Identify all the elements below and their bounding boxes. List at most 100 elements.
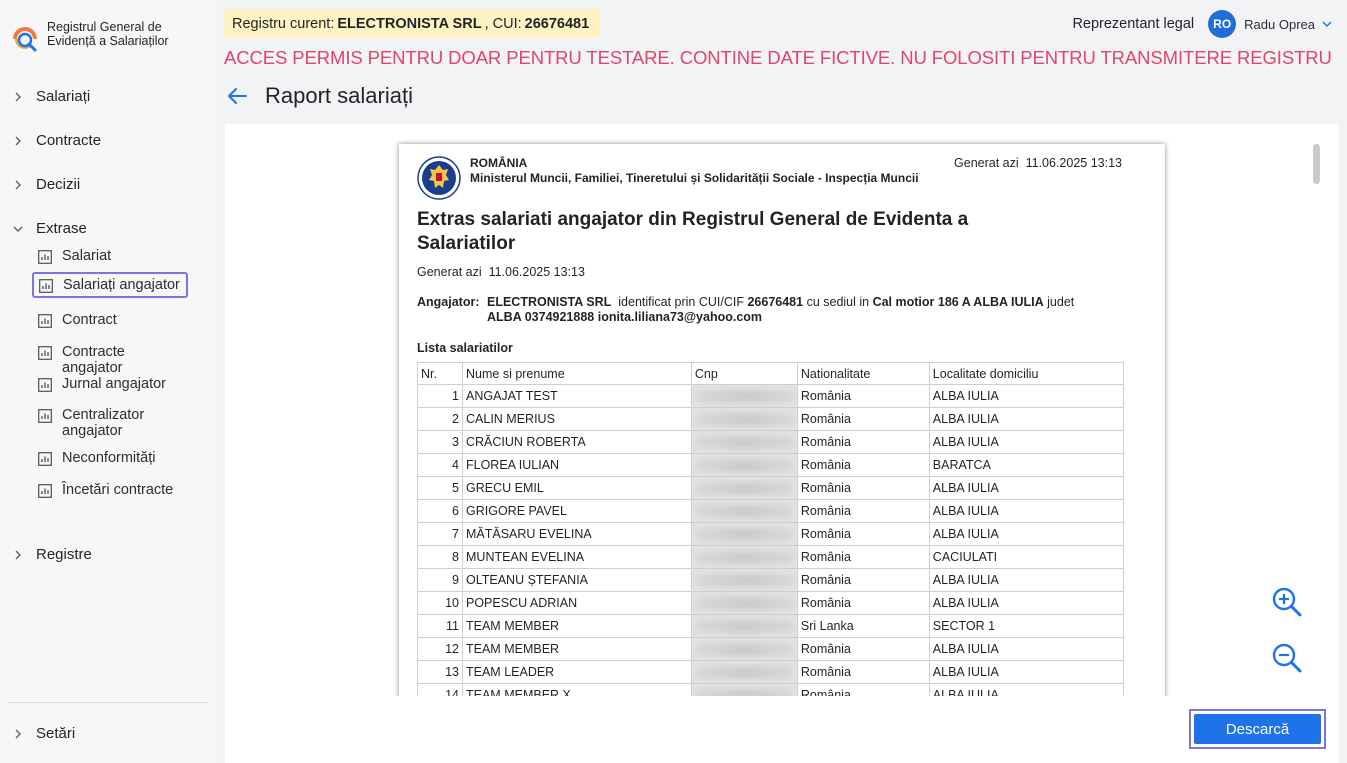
document-ministry: Ministerul Muncii, Familiei, Tineretului… — [470, 171, 919, 185]
employee-name-cell: POPESCU ADRIAN — [462, 591, 692, 615]
column-header: Localitate domiciliu — [928, 362, 1125, 385]
cnp-redacted-cell — [690, 660, 798, 684]
brand[interactable]: Registrul General de Evidență a Salariaț… — [10, 20, 197, 53]
document-preview[interactable]: ROMÂNIA Ministerul Muncii, Familiei, Tin… — [225, 124, 1339, 696]
sidebar-item-label: Neconformități — [62, 450, 156, 466]
preview-scrollbar[interactable] — [1313, 144, 1320, 184]
table-row: 5 GRECU EMIL România ALBA IULIA — [417, 476, 1125, 500]
zoom-out-icon[interactable] — [1270, 641, 1304, 675]
nationality-cell: România — [796, 568, 930, 592]
locality-cell: ALBA IULIA — [928, 407, 1125, 431]
nationality-cell: România — [796, 522, 930, 546]
chevron-down-icon — [13, 226, 23, 232]
nationality-cell: România — [796, 660, 930, 684]
table-row: 12 TEAM MEMBER România ALBA IULIA — [417, 637, 1125, 661]
redacted-value — [694, 504, 794, 518]
document-country: ROMÂNIA — [470, 156, 528, 170]
report-icon — [38, 314, 52, 328]
avatar[interactable]: RO — [1208, 10, 1237, 38]
row-number-cell: 6 — [417, 499, 463, 523]
table-row: 6 GRIGORE PAVEL România ALBA IULIA — [417, 499, 1125, 523]
report-icon — [38, 378, 52, 392]
cnp-redacted-cell — [690, 430, 798, 454]
document-title: Extras salariati angajator din Registrul… — [417, 209, 969, 254]
redacted-value — [694, 412, 794, 426]
download-button[interactable]: Descarcă — [1194, 714, 1321, 744]
nav-registre[interactable]: Registre — [10, 546, 92, 563]
zoom-in-icon[interactable] — [1270, 585, 1304, 619]
report-icon — [38, 409, 52, 423]
user-name[interactable]: Radu Oprea — [1244, 17, 1315, 32]
row-number-cell: 14 — [417, 683, 463, 696]
table-row: 3 CRĂCIUN ROBERTA România ALBA IULIA — [417, 430, 1125, 454]
employer-name: ELECTRONISTA SRL — [487, 295, 612, 309]
nationality-cell: România — [796, 407, 930, 431]
nationality-cell: Sri Lanka — [796, 614, 930, 638]
nav-section-label: Contracte — [36, 132, 102, 149]
sidebar-item-salariat[interactable]: Salariat — [32, 244, 188, 268]
registry-prefix: Registru curent: — [232, 15, 335, 32]
employee-name-cell: TEAM MEMBER — [462, 614, 692, 638]
locality-cell: ALBA IULIA — [928, 476, 1125, 500]
employee-name-cell: GRECU EMIL — [462, 476, 692, 500]
row-number-cell: 1 — [417, 384, 463, 408]
nav-section-label: Salariați — [36, 88, 91, 105]
brand-logo-icon — [13, 27, 37, 52]
nationality-cell: România — [796, 476, 930, 500]
employer-label: Angajator: — [417, 295, 480, 309]
sidebar-item-label: Salariați angajator — [63, 277, 180, 293]
table-row: 9 OLTEANU ȘTEFANIA România ALBA IULIA — [417, 568, 1125, 592]
sidebar-item-contract[interactable]: Contract — [32, 308, 188, 332]
redacted-value — [694, 665, 794, 679]
nationality-cell: România — [796, 591, 930, 615]
row-number-cell: 10 — [417, 591, 463, 615]
nav-contracte[interactable]: Contracte — [10, 132, 101, 149]
nav-setari[interactable]: Setări — [10, 725, 75, 742]
page-title: Raport salariați — [265, 83, 413, 108]
sidebar: Registrul General de Evidență a Salariaț… — [0, 0, 216, 763]
brand-line2: Evidență a Salariaților — [47, 34, 169, 48]
sidebar-item-centralizator-angajator[interactable]: Centralizator angajator — [32, 403, 188, 443]
nav-salariati[interactable]: Salariați — [10, 88, 90, 105]
cnp-redacted-cell — [690, 453, 798, 477]
employee-table: Nr. Nume si prenume Cnp Nationalitate Lo… — [417, 362, 1125, 696]
nav-decizii[interactable]: Decizii — [10, 176, 80, 193]
sidebar-item-label: Contract — [62, 312, 117, 328]
employee-name-cell: ANGAJAT TEST — [462, 384, 692, 408]
chevron-down-icon[interactable] — [1321, 18, 1333, 30]
test-warning-banner: ACCES PERMIS PENTRU DOAR PENTRU TESTARE.… — [224, 47, 1332, 68]
employee-table-body: 1 ANGAJAT TEST România ALBA IULIA 2 CALIN MER… — [417, 384, 1125, 696]
row-number-cell: 2 — [417, 407, 463, 431]
row-number-cell: 11 — [417, 614, 463, 638]
sidebar-item-salariati-angajator[interactable]: Salariați angajator — [32, 272, 188, 298]
redacted-value — [694, 458, 794, 472]
nationality-cell: România — [796, 499, 930, 523]
sidebar-item-jurnal-angajator[interactable]: Jurnal angajator — [32, 372, 188, 396]
locality-cell: ALBA IULIA — [928, 384, 1125, 408]
report-icon — [38, 346, 52, 360]
redacted-value — [694, 573, 794, 587]
row-number-cell: 12 — [417, 637, 463, 661]
locality-cell: SECTOR 1 — [928, 614, 1125, 638]
cnp-redacted-cell — [690, 407, 798, 431]
employee-name-cell: MĂTĂSARU EVELINA — [462, 522, 692, 546]
back-arrow-icon[interactable] — [226, 86, 248, 106]
row-number-cell: 5 — [417, 476, 463, 500]
locality-cell: BARATCA — [928, 453, 1125, 477]
table-header-row: Nr. Nume si prenume Cnp Nationalitate Lo… — [417, 362, 1125, 385]
cnp-redacted-cell — [690, 591, 798, 615]
nav-section-label: Extrase — [36, 220, 87, 237]
cnp-redacted-cell — [690, 545, 798, 569]
chevron-right-icon — [15, 92, 21, 101]
current-registry-badge: Registru curent: ELECTRONISTA SRL , CUI:… — [224, 9, 601, 38]
nationality-cell: România — [796, 545, 930, 569]
redacted-value — [694, 688, 794, 696]
chevron-right-icon — [15, 136, 21, 145]
download-button-focus-ring: Descarcă — [1189, 709, 1326, 749]
sidebar-item-incetari-contracte[interactable]: Încetări contracte — [32, 478, 188, 502]
sidebar-item-neconformitati[interactable]: Neconformități — [32, 446, 188, 470]
nav-extrase[interactable]: Extrase — [10, 220, 87, 237]
user-menu[interactable]: Reprezentant legal RO Radu Oprea — [1072, 10, 1333, 38]
nationality-cell: România — [796, 384, 930, 408]
row-number-cell: 9 — [417, 568, 463, 592]
